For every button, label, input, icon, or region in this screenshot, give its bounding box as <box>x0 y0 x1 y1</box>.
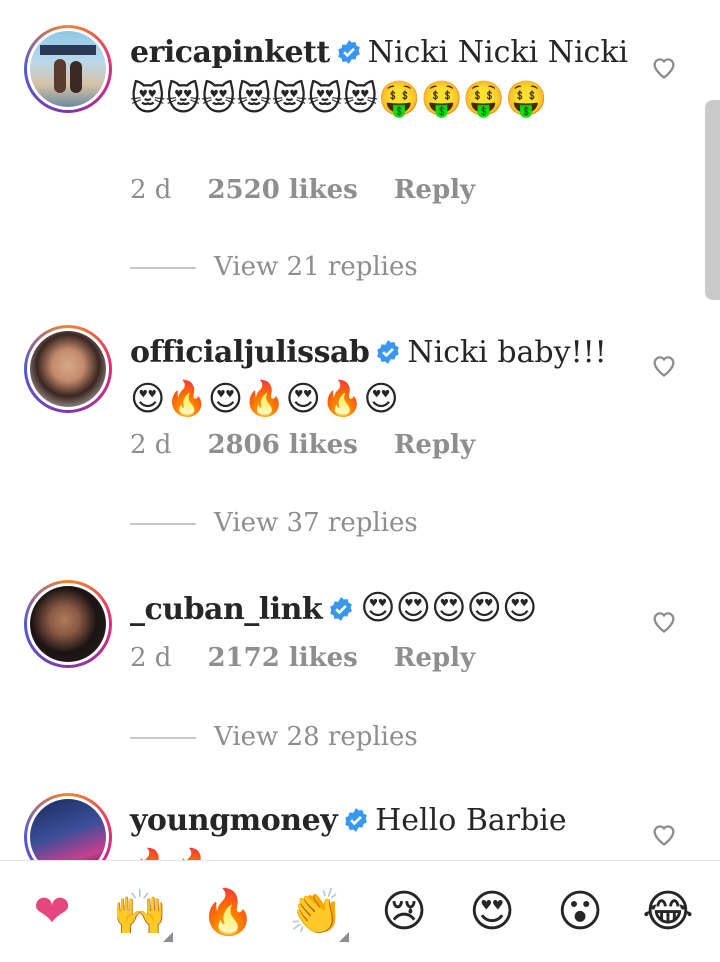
comment-body: ericapinkett Nicki Nicki Nicki 😻😻😻😻😻😻😻🤑🤑🤑… <box>130 30 630 124</box>
reaction-heart-eyes[interactable]: 😍 <box>457 886 527 937</box>
comment-emoji-line: 😍🔥😍🔥😍🔥😍 <box>130 379 399 419</box>
avatar[interactable] <box>24 25 112 113</box>
verified-badge-icon <box>337 40 360 64</box>
divider-line <box>130 267 196 269</box>
comment-text: Nicki baby!!! <box>407 335 607 370</box>
comment-emoji-line: 🔥🔥 <box>130 847 215 860</box>
comment-text: Nicki Nicki Nicki <box>367 35 629 70</box>
comment-body: _cuban_link 😍😍😍😍😍 <box>130 585 630 633</box>
reaction-surprised[interactable]: 😮 <box>545 886 615 937</box>
verified-badge-icon <box>330 597 353 621</box>
comment-username[interactable]: ericapinkett <box>130 35 330 70</box>
skin-tone-indicator <box>163 931 173 942</box>
reply-button[interactable]: Reply <box>394 643 475 673</box>
avatar[interactable] <box>24 793 112 860</box>
avatar[interactable] <box>24 580 112 668</box>
comment-meta: 2 d 2172 likes Reply <box>130 643 511 673</box>
comment-meta: 2 d 2806 likes Reply <box>130 430 511 460</box>
comment-body: youngmoney Hello Barbie 🔥🔥 <box>130 798 630 860</box>
fire-icon: 🔥 <box>200 886 256 938</box>
view-replies-label: View 37 replies <box>214 508 418 538</box>
comment-likes[interactable]: 2806 likes <box>207 430 357 460</box>
comment-text: Hello Barbie <box>375 803 567 838</box>
comments-feed[interactable]: ericapinkett Nicki Nicki Nicki 😻😻😻😻😻😻😻🤑🤑🤑… <box>0 0 720 860</box>
comment-meta: 2 d 2520 likes Reply <box>130 175 511 205</box>
comment-likes[interactable]: 2172 likes <box>207 643 357 673</box>
heart-eyes-icon: 😍 <box>469 886 515 937</box>
comment-time: 2 d <box>130 643 172 673</box>
reaction-laughing[interactable]: 😂 <box>633 886 703 937</box>
reply-button[interactable]: Reply <box>394 175 475 205</box>
laughing-face-icon: 😂 <box>642 886 694 937</box>
divider-line <box>130 737 196 739</box>
reaction-heart[interactable]: ❤ <box>17 886 87 937</box>
reaction-fire[interactable]: 🔥 <box>193 886 263 938</box>
comment-time: 2 d <box>130 430 172 460</box>
comment-emoji-line: 😍😍😍😍😍 <box>360 588 538 628</box>
comment-body: officialjulissab Nicki baby!!! 😍🔥😍🔥😍🔥😍 <box>130 330 630 424</box>
verified-badge-icon <box>345 808 367 832</box>
comment-emoji-line: 😻😻😻😻😻😻😻🤑🤑🤑🤑 <box>130 79 548 119</box>
heart-icon: ❤ <box>33 886 71 937</box>
scrollbar-thumb[interactable] <box>705 100 720 300</box>
comment-time: 2 d <box>130 175 172 205</box>
raising-hands-icon: 🙌 <box>112 886 168 938</box>
view-replies-label: View 21 replies <box>214 252 418 282</box>
comment-likes[interactable]: 2520 likes <box>207 175 357 205</box>
crying-face-icon: 😢 <box>381 886 427 937</box>
view-replies-label: View 28 replies <box>214 722 418 752</box>
heart-outline-icon[interactable] <box>650 607 678 635</box>
clapping-hands-icon: 👏 <box>288 886 344 938</box>
heart-outline-icon[interactable] <box>650 351 678 379</box>
verified-badge-icon <box>377 340 400 364</box>
reaction-crying[interactable]: 😢 <box>369 886 439 937</box>
comment-username[interactable]: officialjulissab <box>130 335 370 370</box>
reaction-bar: ❤ 🙌 🔥 👏 😢 😍 😮 😂 <box>0 860 720 962</box>
view-replies-button[interactable]: View 21 replies <box>130 252 418 282</box>
view-replies-button[interactable]: View 37 replies <box>130 508 418 538</box>
avatar[interactable] <box>24 325 112 413</box>
comment-username[interactable]: _cuban_link <box>130 592 323 627</box>
reaction-raising-hands[interactable]: 🙌 <box>105 886 175 942</box>
reaction-clap[interactable]: 👏 <box>281 886 351 942</box>
skin-tone-indicator <box>339 931 349 942</box>
heart-outline-icon[interactable] <box>650 53 678 81</box>
reply-button[interactable]: Reply <box>394 430 475 460</box>
divider-line <box>130 523 196 525</box>
surprised-face-icon: 😮 <box>557 886 603 937</box>
comment-username[interactable]: youngmoney <box>130 803 338 838</box>
heart-outline-icon[interactable] <box>650 820 678 848</box>
view-replies-button[interactable]: View 28 replies <box>130 722 418 752</box>
